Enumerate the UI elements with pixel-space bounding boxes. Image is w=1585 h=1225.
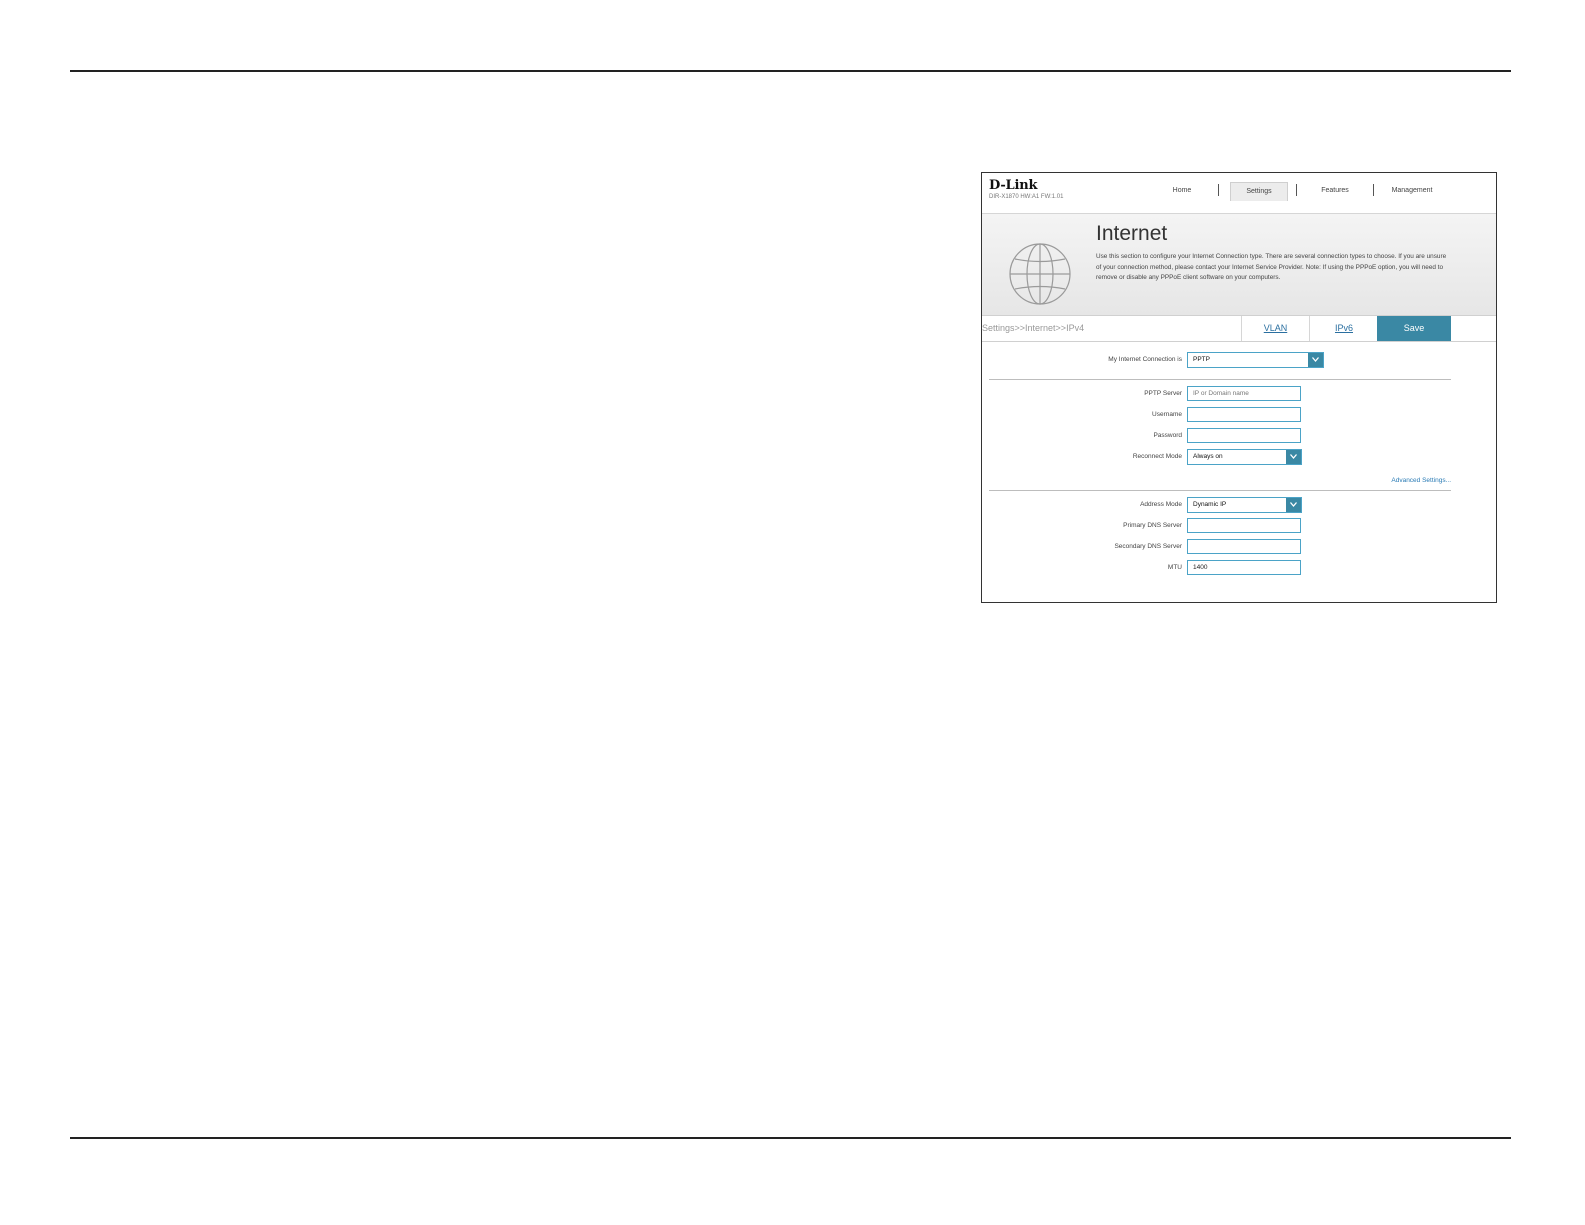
chevron-down-icon[interactable] [1308,353,1323,367]
nav-features[interactable]: Features [1310,182,1360,200]
secondary-dns-input[interactable] [1187,539,1301,554]
password-label: Password [1153,432,1182,439]
connection-type-label: My Internet Connection is [1108,356,1182,363]
nav-separator [1296,184,1297,196]
pptp-server-input[interactable]: IP or Domain name [1187,386,1301,401]
address-mode-select[interactable]: Dynamic IP [1187,497,1302,513]
primary-dns-label: Primary DNS Server [1123,522,1182,529]
mtu-row: MTU 1400 [982,560,1496,576]
nav-settings[interactable]: Settings [1230,182,1288,201]
page-title: Internet [1096,222,1168,245]
firmware-version: DIR-X1870 HW:A1 FW:1.01 [989,194,1064,200]
advanced-settings-link[interactable]: Advanced Settings... [1391,477,1451,484]
mtu-label: MTU [1167,564,1182,571]
address-mode-label: Address Mode [1140,501,1182,508]
top-nav-bar: D-Link DIR-X1870 HW:A1 FW:1.01 Home Sett… [982,173,1496,214]
username-row: Username [982,407,1496,423]
page-top-rule [70,70,1511,72]
nav-home[interactable]: Home [1162,182,1202,200]
chevron-down-icon[interactable] [1286,498,1301,512]
address-mode-value: Dynamic IP [1193,501,1227,508]
secondary-dns-label: Secondary DNS Server [1114,543,1182,550]
password-row: Password [982,428,1496,444]
reconnect-mode-label: Reconnect Mode [1132,453,1182,460]
connection-type-row: My Internet Connection is PPTP [982,352,1496,368]
reconnect-mode-select[interactable]: Always on [1187,449,1302,465]
globe-icon [1008,242,1072,311]
primary-dns-row: Primary DNS Server [982,518,1496,534]
pptp-server-row: PPTP Server IP or Domain name [982,386,1496,402]
username-label: Username [1152,411,1182,418]
divider [989,379,1451,380]
sub-toolbar: Settings>>Internet>>IPv4 VLAN IPv6 Save [982,315,1496,342]
nav-separator [1218,184,1219,196]
address-mode-row: Address Mode Dynamic IP [982,497,1496,513]
router-settings-screenshot: D-Link DIR-X1870 HW:A1 FW:1.01 Home Sett… [981,172,1497,603]
pptp-server-label: PPTP Server [1144,390,1182,397]
chevron-down-icon[interactable] [1286,450,1301,464]
connection-type-value: PPTP [1193,356,1210,363]
tab-ipv6[interactable]: IPv6 [1309,316,1378,341]
connection-type-select[interactable]: PPTP [1187,352,1324,368]
reconnect-mode-value: Always on [1193,453,1223,460]
nav-separator [1373,184,1374,196]
reconnect-mode-row: Reconnect Mode Always on [982,449,1496,465]
secondary-dns-row: Secondary DNS Server [982,539,1496,555]
page-banner: Internet Use this section to configure y… [982,214,1496,316]
username-input[interactable] [1187,407,1301,422]
divider [989,490,1451,491]
primary-dns-input[interactable] [1187,518,1301,533]
dlink-logo: D-Link [989,178,1038,193]
password-input[interactable] [1187,428,1301,443]
page-bottom-rule [70,1137,1511,1139]
mtu-input[interactable]: 1400 [1187,560,1301,575]
nav-management[interactable]: Management [1382,182,1442,200]
tab-vlan[interactable]: VLAN [1241,316,1309,341]
breadcrumb: Settings>>Internet>>IPv4 [982,323,1085,333]
save-button[interactable]: Save [1377,316,1451,341]
page-description: Use this section to configure your Inter… [1096,253,1447,281]
